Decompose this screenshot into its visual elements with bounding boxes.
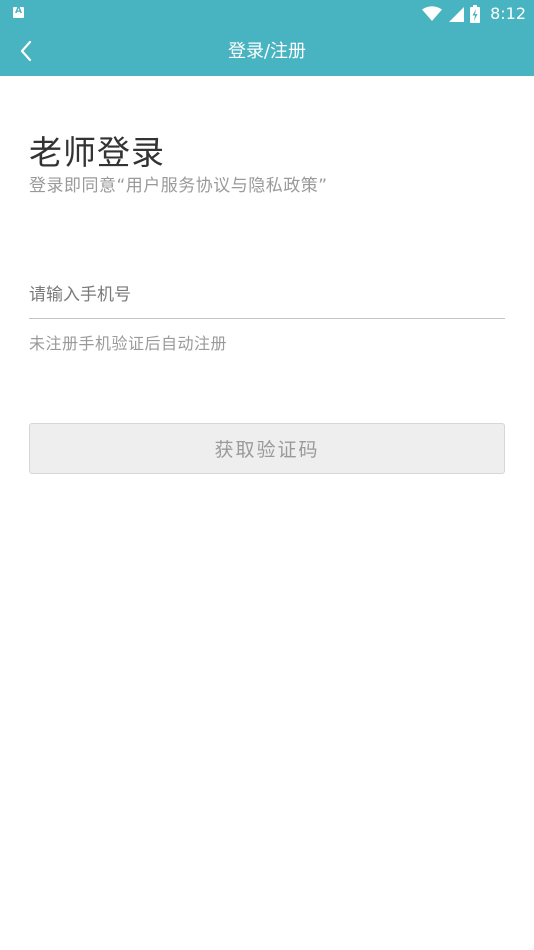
get-code-button[interactable]: 获取验证码 xyxy=(29,423,505,474)
status-time: 8:12 xyxy=(490,4,526,23)
login-form: 老师登录 登录即同意“用户服务协议与隐私政策” 未注册手机验证后自动注册 获取验… xyxy=(0,76,534,950)
status-bar: A 8:12 xyxy=(0,0,534,27)
page-header-title: 登录/注册 xyxy=(227,41,307,62)
notification-letter: A xyxy=(15,6,22,16)
signal-icon xyxy=(449,6,465,22)
app-notification-icon: A xyxy=(13,6,24,18)
wifi-icon xyxy=(422,5,443,21)
agreement-link[interactable]: 登录即同意“用户服务协议与隐私政策” xyxy=(29,171,328,196)
app-bar: 登录/注册 xyxy=(0,27,534,76)
battery-charging-icon xyxy=(470,4,481,23)
page-title: 老师登录 xyxy=(29,133,165,172)
phone-input[interactable] xyxy=(29,272,505,319)
status-icons: 8:12 xyxy=(422,0,526,27)
auto-register-hint: 未注册手机验证后自动注册 xyxy=(29,334,228,353)
